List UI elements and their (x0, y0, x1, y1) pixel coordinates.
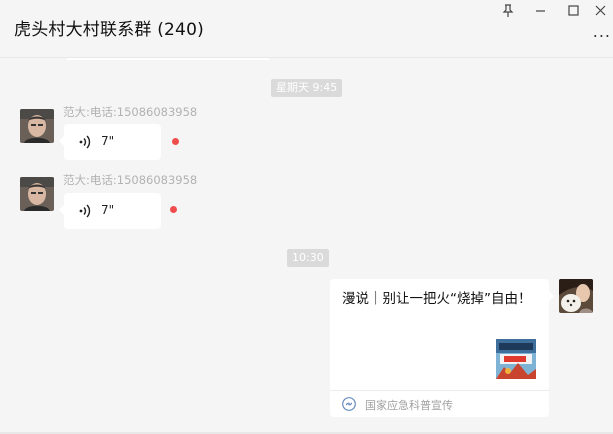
chat-area[interactable]: 星期天 9:45 范大:电话:15086083958 7" 范大:电话:1508… (0, 58, 613, 432)
maximize-icon[interactable] (558, 0, 588, 20)
voice-message[interactable]: 7" (59, 193, 161, 229)
close-icon[interactable] (585, 0, 613, 20)
voice-message[interactable]: 7" (59, 124, 161, 160)
more-options-button[interactable]: ... (593, 22, 611, 41)
previous-message-edge (67, 58, 269, 60)
minimize-icon[interactable] (525, 0, 555, 20)
card-divider (330, 390, 549, 391)
chat-title: 虎头村大村联系群 (240) (14, 20, 204, 40)
timestamp: 星期天 9:45 (271, 79, 343, 97)
voice-duration: 7" (101, 134, 115, 148)
unread-dot (170, 206, 177, 213)
voice-icon (79, 135, 91, 149)
article-source: 国家应急科普宣传 (365, 399, 453, 412)
voice-icon (79, 204, 91, 218)
avatar[interactable] (20, 177, 54, 211)
avatar[interactable] (20, 109, 54, 143)
article-title: 漫说｜别让一把火“烧掉”自由！ (342, 291, 532, 307)
own-avatar[interactable] (559, 279, 593, 313)
article-thumbnail (496, 339, 536, 379)
sender-name: 范大:电话:15086083958 (63, 105, 198, 119)
mini-program-icon (342, 397, 356, 411)
unread-dot (172, 138, 179, 145)
title-bar: 虎头村大村联系群 (240) ... (0, 0, 613, 58)
voice-duration: 7" (101, 203, 115, 217)
sender-name: 范大:电话:15086083958 (63, 173, 198, 187)
article-card[interactable]: 漫说｜别让一把火“烧掉”自由！ 国家应急科普宣传 (330, 279, 554, 417)
timestamp: 10:30 (287, 249, 329, 267)
pin-icon[interactable] (493, 0, 523, 20)
